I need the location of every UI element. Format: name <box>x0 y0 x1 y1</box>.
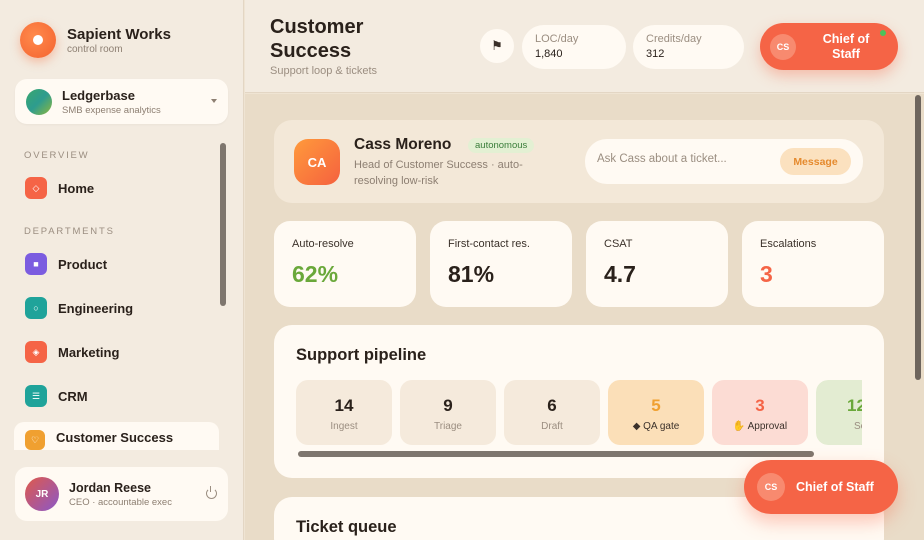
sidebar-item-crm[interactable]: ☰ CRM <box>14 378 219 414</box>
user-card[interactable]: JR Jordan Reese CEO · accountable exec <box>15 467 228 521</box>
main-scrollbar[interactable] <box>915 95 921 380</box>
section-title: Ticket queue <box>296 518 397 536</box>
sidebar-item-product[interactable]: ■ Product <box>14 246 219 282</box>
home-icon: ◇ <box>25 177 47 199</box>
stage-count: 5 <box>651 396 661 415</box>
sidebar-item-label: Product <box>58 256 108 272</box>
list-icon: ☰ <box>25 385 47 407</box>
power-icon[interactable] <box>206 486 217 499</box>
ask-input[interactable] <box>597 153 772 165</box>
sidebar: Sapient Works control room Ledgerbase SM… <box>0 0 244 540</box>
kpi-card-auto-resolve: Auto-resolve 62% <box>274 221 416 307</box>
workspace-title: Ledgerbase <box>62 87 135 103</box>
stage-count: 3 <box>755 396 765 415</box>
agent-card: CA Cass Moreno autonomous Head of Custom… <box>274 120 884 203</box>
credits-stat: Credits/day 312 <box>633 25 744 69</box>
pipeline-scrollbar[interactable] <box>298 451 814 457</box>
workspace-avatar <box>26 88 52 115</box>
kpi-card-first-contact: First-contact res. 81% <box>430 221 572 307</box>
pipeline-stage-clip: 12 Se <box>816 380 862 445</box>
pipeline-stage-draft[interactable]: 6 Draft <box>504 380 600 445</box>
stage-count: 9 <box>443 396 453 415</box>
avatar: JR <box>25 477 59 511</box>
stage-label: Draft <box>541 421 563 432</box>
online-status-dot <box>880 30 886 36</box>
pipeline-stage-qa-gate[interactable]: 5 ◆ QA gate <box>608 380 704 445</box>
loc-stat: LOC/day 1,840 <box>522 25 626 69</box>
kpi-label: First-contact res. <box>448 238 530 250</box>
chief-of-staff-floating-button[interactable]: CS Chief of Staff <box>744 460 898 514</box>
cos-badge: CS <box>770 33 796 60</box>
sidebar-item-engineering[interactable]: ○ Engineering <box>14 290 219 326</box>
ask-box: Message <box>585 139 863 184</box>
kpi-value: 3 <box>760 261 773 287</box>
pipeline-stage-triage[interactable]: 9 Triage <box>400 380 496 445</box>
section-title: Support pipeline <box>296 346 427 364</box>
kpi-card-csat: CSAT 4.7 <box>586 221 728 307</box>
sidebar-item-label: Marketing <box>58 344 120 360</box>
brand-title: Sapient Works <box>67 25 171 43</box>
pipeline-stage-ingest[interactable]: 14 Ingest <box>296 380 392 445</box>
sidebar-item-label: Customer Success <box>56 430 174 445</box>
support-pipeline: Support pipeline 14 Ingest 9 Triage 6 Dr… <box>274 325 884 478</box>
credits-label: Credits/day <box>646 33 702 45</box>
agent-name: Cass Moreno <box>354 136 452 153</box>
avatar: CA <box>294 139 340 185</box>
stage-label: Triage <box>434 421 462 432</box>
kpi-value: 62% <box>292 261 339 287</box>
user-role: CEO · accountable exec <box>69 496 172 508</box>
workspace-subtitle: SMB expense analytics <box>62 104 161 116</box>
kpi-label: CSAT <box>604 238 633 250</box>
sidebar-item-home[interactable]: ◇ Home <box>14 170 219 206</box>
section-label-overview: OVERVIEW <box>24 150 90 161</box>
sidebar-item-label: CRM <box>58 388 88 404</box>
stage-count: 6 <box>547 396 557 415</box>
flag-icon: ⚑ <box>491 38 503 53</box>
chevron-down-icon <box>211 99 217 103</box>
cos-label: Chief of Staff <box>796 480 874 494</box>
pipeline-stage-send[interactable]: 12 Se <box>816 380 862 445</box>
credits-value: 312 <box>646 48 665 60</box>
cos-label: Chief of Staff <box>822 31 870 61</box>
kpi-label: Escalations <box>760 238 817 250</box>
message-button[interactable]: Message <box>780 148 851 175</box>
status-badge: autonomous <box>468 138 535 153</box>
pipeline-stage-approval[interactable]: 3 ✋ Approval <box>712 380 808 445</box>
stage-label: ◆ QA gate <box>632 421 680 432</box>
kpi-value: 4.7 <box>604 261 636 287</box>
loc-value: 1,840 <box>535 48 563 60</box>
loc-label: LOC/day <box>535 33 579 45</box>
sidebar-item-label: Home <box>58 180 95 196</box>
square-icon: ■ <box>25 253 47 275</box>
page-title: Customer Success <box>270 16 364 62</box>
brand-logo <box>20 22 56 58</box>
brand-subtitle: control room <box>67 43 123 55</box>
stage-label: ✋ Approval <box>732 421 788 432</box>
kpi-card-escalations: Escalations 3 <box>742 221 884 307</box>
kpi-label: Auto-resolve <box>292 238 354 250</box>
cos-badge: CS <box>757 473 785 501</box>
diamond-icon: ◈ <box>25 341 47 363</box>
sidebar-item-label: Engineering <box>58 300 134 316</box>
page-subtitle: Support loop & tickets <box>270 65 378 77</box>
kpi-value: 81% <box>448 261 495 287</box>
brand: Sapient Works control room <box>20 22 171 58</box>
stage-label: Se <box>854 421 862 432</box>
circle-icon: ○ <box>25 297 47 319</box>
section-label-departments: DEPARTMENTS <box>24 226 115 237</box>
sidebar-item-customer-success[interactable]: ♡ Customer Success <box>14 422 219 450</box>
workspace-switcher[interactable]: Ledgerbase SMB expense analytics <box>15 79 228 124</box>
user-name: Jordan Reese <box>69 480 151 495</box>
stage-count: 14 <box>334 396 354 415</box>
chief-of-staff-button[interactable]: CS Chief of Staff <box>760 23 898 70</box>
stage-count: 12 <box>847 396 862 415</box>
flag-button[interactable]: ⚑ <box>480 29 514 63</box>
page-header: Customer Success Support loop & tickets … <box>245 0 924 93</box>
stage-label: Ingest <box>330 421 358 432</box>
heart-icon: ♡ <box>25 430 45 450</box>
sidebar-item-marketing[interactable]: ◈ Marketing <box>14 334 219 370</box>
sidebar-scrollbar[interactable] <box>220 143 226 306</box>
agent-description: Head of Customer Success · auto-resolvin… <box>354 159 523 187</box>
